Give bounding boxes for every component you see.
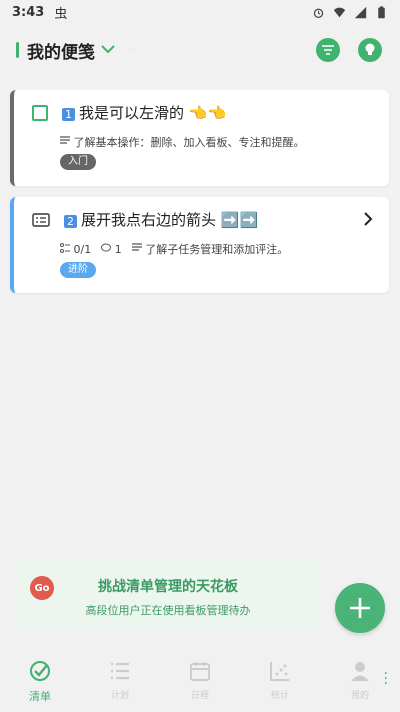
comment-count: 1 <box>114 242 122 256</box>
lightbulb-icon <box>365 43 375 55</box>
nav-item-schedule[interactable]: 日程 <box>160 648 240 712</box>
check-circle-icon <box>30 661 50 681</box>
nav-label: 我的 <box>350 691 369 701</box>
right-arrows-icon: ➡️➡️ <box>220 211 259 229</box>
pointing-hands-icon: 👈👈 <box>188 104 227 122</box>
chevron-down-icon[interactable] <box>101 42 115 58</box>
plus-icon <box>350 598 370 618</box>
title-accent-bar <box>16 42 19 58</box>
nav-label: 清单 <box>29 690 51 703</box>
task-title: 我是可以左滑的 <box>79 104 185 122</box>
subtask-count: 0/1 <box>73 242 92 256</box>
nav-label: 计划 <box>110 691 129 701</box>
page-title[interactable]: 我的便笺 <box>27 38 95 63</box>
tips-button[interactable] <box>358 38 382 62</box>
task-checkbox[interactable] <box>32 104 48 121</box>
task-note: 了解基本操作：删除、加入看板、专注和提醒。 <box>73 136 305 149</box>
banner-subtitle: 高段位用户正在使用看板管理待办 <box>85 604 251 617</box>
nav-item-lists[interactable]: 清单 <box>0 648 80 712</box>
task-card[interactable]: 1 我是可以左滑的 👈👈 了解基本操作：删除、加入看板、专注和提醒。 入门 <box>10 90 389 186</box>
banner-title: 挑战清单管理的天花板 <box>98 579 238 595</box>
task-note: 了解子任务管理和添加评注。 <box>145 243 289 256</box>
calendar-icon <box>190 662 210 681</box>
battery-icon <box>378 5 385 18</box>
add-task-button[interactable] <box>335 583 385 633</box>
keycap-one-icon: 1 <box>62 108 75 121</box>
nav-label: 日程 <box>190 691 209 701</box>
chevron-right-icon[interactable] <box>363 211 373 231</box>
nav-item-plan[interactable]: 计划 <box>80 648 160 712</box>
filter-icon <box>322 45 334 55</box>
subtask-icon <box>60 242 70 253</box>
filter-button[interactable] <box>316 38 340 62</box>
wifi-icon <box>333 7 346 17</box>
nav-item-profile[interactable]: 我的 <box>320 648 400 712</box>
nav-item-stats[interactable]: 统计 <box>240 648 320 712</box>
tag-advanced: 进阶 <box>60 262 96 278</box>
keycap-two-icon: 2 <box>64 215 77 228</box>
nav-label: 统计 <box>270 691 289 701</box>
list-icon <box>111 662 129 680</box>
bottom-nav: 清单 计划 日程 统计 我的 <box>0 648 400 712</box>
tag-beginner: 入门 <box>60 154 96 170</box>
signal-icon <box>354 6 367 18</box>
status-bar: 3:43 虫 <box>0 0 400 24</box>
comment-icon <box>101 243 112 251</box>
status-time: 3:43 <box>12 4 45 20</box>
task-card[interactable]: 2 展开我点右边的箭头 ➡️➡️ 0/1 1 了解子任务管理和添加评注。 进阶 <box>10 197 389 293</box>
person-icon <box>351 662 369 681</box>
card-list-icon <box>32 212 50 227</box>
chart-icon <box>270 662 289 681</box>
alarm-icon <box>313 8 324 18</box>
bug-icon: 虫 <box>54 6 68 22</box>
promo-banner[interactable]: Go 挑战清单管理的天花板 高段位用户正在使用看板管理待办 <box>17 562 319 630</box>
app-header: 我的便笺 · <box>0 30 400 70</box>
notes-icon <box>131 243 142 251</box>
task-title: 展开我点右边的箭头 <box>81 211 217 229</box>
notes-icon <box>60 136 70 144</box>
separator-dot: · <box>129 45 132 55</box>
more-options-icon[interactable]: · · · <box>384 667 388 691</box>
